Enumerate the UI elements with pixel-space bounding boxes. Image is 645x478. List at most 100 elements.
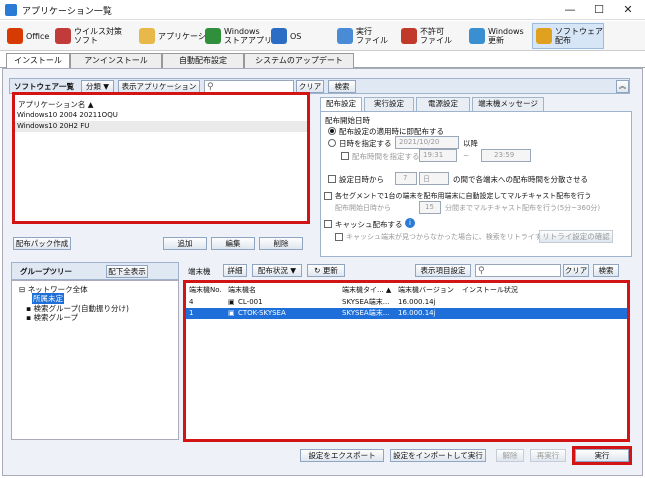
toolbar-application-button[interactable]: アプリケーション xyxy=(136,23,222,49)
highlight-box xyxy=(183,280,630,442)
toolbar-label: Windows 更新 xyxy=(488,27,524,45)
info-icon[interactable]: i xyxy=(405,218,415,228)
multicast-minutes-input[interactable]: 15 xyxy=(419,201,441,214)
after-label: 以降 xyxy=(463,139,478,148)
software-search-button[interactable]: 検索 xyxy=(328,80,356,93)
display-settings-button[interactable]: 表示項目設定 xyxy=(415,264,471,277)
windows-update-icon xyxy=(469,28,485,44)
tab-auto-distribution[interactable]: 自動配布設定 xyxy=(162,53,244,68)
create-pack-button[interactable]: 配布パック作成 xyxy=(13,237,71,250)
spread-suffix-label: の間で各端末への配布時間を分散させる xyxy=(453,175,588,184)
title-bar: アプリケーション一覧 — ☐ ✕ xyxy=(0,0,645,20)
time-from-input[interactable]: 19:31 xyxy=(419,149,457,162)
spread-days-value: 7 xyxy=(403,174,408,182)
collapse-icon[interactable]: ︽ xyxy=(616,80,629,93)
tree-search-group[interactable]: ▪ 検索グループ xyxy=(26,312,78,323)
maximize-button[interactable]: ☐ xyxy=(585,2,613,18)
spec-time-checkbox[interactable] xyxy=(341,152,349,160)
retry-settings-button[interactable]: リトライ設定の確認 xyxy=(539,230,613,243)
time-to-input[interactable]: 23:59 xyxy=(481,149,531,162)
cache-label: キャッシュ配布する xyxy=(335,220,403,229)
terminal-search-button[interactable]: 検索 xyxy=(593,264,619,277)
tab-power-settings[interactable]: 電源設定 xyxy=(416,97,470,111)
toolbar-label: ソフトウェア 配布 xyxy=(555,27,603,45)
status-dropdown[interactable]: 配布状況 ▼ xyxy=(252,264,302,277)
tab-install[interactable]: インストール xyxy=(6,53,70,69)
network-icon: ⊟ xyxy=(19,285,26,294)
toolbar-label: OS xyxy=(290,31,302,41)
spread-checkbox[interactable] xyxy=(328,175,336,183)
export-settings-button[interactable]: 設定をエクスポート xyxy=(300,449,384,462)
toolbar-label: Office xyxy=(26,31,50,41)
cache-retry-checkbox[interactable] xyxy=(335,233,343,241)
settings-body: 配布開始日時 配布設定の適用時に即配布する 日時を指定する 2021/10/20… xyxy=(320,111,632,257)
toolbar-office-button[interactable]: Office xyxy=(4,23,50,49)
close-button[interactable]: ✕ xyxy=(614,2,642,18)
start-datetime-group-label: 配布開始日時 xyxy=(325,116,370,125)
toolbar-label: 不許可 ファイル xyxy=(420,27,452,45)
spread-unit-select[interactable]: 日 xyxy=(419,172,449,185)
datetime-radio[interactable] xyxy=(328,139,336,147)
group-tree-title: グループツリー xyxy=(20,267,73,276)
immediate-radio[interactable] xyxy=(328,127,336,135)
window-title: アプリケーション一覧 xyxy=(22,7,112,17)
show-all-button[interactable]: 配下全表示 xyxy=(106,265,148,278)
toolbar-store-app-button[interactable]: Windows ストアアプリ xyxy=(202,23,272,49)
application-icon xyxy=(139,28,155,44)
refresh-label: 更新 xyxy=(322,266,338,275)
date-input[interactable]: 2021/10/20 xyxy=(395,136,459,149)
rerun-button[interactable]: 再実行 xyxy=(530,449,566,462)
multicast-suffix-label: 分間までマルチキャスト配布を行う(5分~360分) xyxy=(445,204,601,212)
software-list-title: ソフトウェア一覧 xyxy=(14,82,74,91)
search-icon: ⚲ xyxy=(207,82,214,92)
time-from-value: 19:31 xyxy=(423,151,444,159)
toolbar-windows-update-button[interactable]: Windows 更新 xyxy=(466,23,524,49)
os-icon xyxy=(271,28,287,44)
multicast-minutes-value: 15 xyxy=(425,203,434,211)
tab-terminal-message[interactable]: 端末機メッセージ xyxy=(472,97,544,111)
tilde-label: ~ xyxy=(463,151,470,160)
app-icon xyxy=(5,4,17,16)
tab-distribution-settings[interactable]: 配布設定 xyxy=(320,97,362,112)
cancel-button[interactable]: 解除 xyxy=(496,449,524,462)
store-app-icon xyxy=(205,28,221,44)
multicast-checkbox[interactable] xyxy=(324,192,332,200)
edit-button[interactable]: 編集 xyxy=(211,237,255,250)
terminal-clear-button[interactable]: クリア xyxy=(563,264,589,277)
delete-button[interactable]: 削除 xyxy=(259,237,303,250)
spread-unit-value: 日 xyxy=(423,175,430,183)
tab-system-update[interactable]: システムのアップデート xyxy=(244,53,354,68)
import-run-button[interactable]: 設定をインポートして実行 xyxy=(390,449,486,462)
spec-time-label: 配布時間を指定する xyxy=(352,152,420,161)
category-toolbar: Office ウイルス対策 ソフト アプリケーション Windows ストアアプリ OS… xyxy=(0,21,645,51)
executable-icon xyxy=(337,28,353,44)
group-tree: ⊟ ネットワーク全体 所属未定 ▪ 検索グループ(自動振り分け) ▪ 検索グルー… xyxy=(11,280,179,440)
highlight-box xyxy=(12,92,310,224)
search-group-icon: ▪ xyxy=(26,313,32,322)
toolbar-label: ウイルス対策 ソフト xyxy=(74,27,122,45)
tab-uninstall[interactable]: アンインストール xyxy=(70,53,162,68)
toolbar-os-button[interactable]: OS xyxy=(268,23,318,49)
multicast-label: 各セグメントで1台の端末を配布用端末に自動設定してマルチキャスト配布を行う xyxy=(335,192,592,200)
detail-button[interactable]: 詳細 xyxy=(223,264,247,277)
minimize-button[interactable]: — xyxy=(556,2,584,18)
prohibited-file-icon xyxy=(401,28,417,44)
tab-run-settings[interactable]: 実行設定 xyxy=(364,97,414,111)
settings-panel: 配布設定 実行設定 電源設定 端末機メッセージ 配布開始日時 配布設定の適用時に… xyxy=(320,97,632,257)
add-button[interactable]: 追加 xyxy=(163,237,207,250)
datetime-label: 日時を指定する xyxy=(339,139,392,148)
refresh-button[interactable]: ↻ 更新 xyxy=(307,264,345,277)
toolbar-software-distribution-button[interactable]: ソフトウェア 配布 xyxy=(532,23,604,49)
toolbar-prohibited-file-button[interactable]: 不許可 ファイル xyxy=(398,23,460,49)
spread-days-input[interactable]: 7 xyxy=(395,172,417,185)
search-icon: ⚲ xyxy=(478,266,485,276)
toolbar-label: 実行 ファイル xyxy=(356,27,388,45)
toolbar-antivirus-button[interactable]: ウイルス対策 ソフト xyxy=(52,23,132,49)
cache-checkbox[interactable] xyxy=(324,220,332,228)
spread-prefix-label: 設定日時から xyxy=(339,175,384,184)
main-frame: ソフトウェア一覧 分類 ▼ 表示アプリケーション ▼ ⚲ クリア 検索 ︽ アプ… xyxy=(2,68,643,476)
terminal-search-input[interactable]: ⚲ xyxy=(475,264,561,277)
date-value: 2021/10/20 xyxy=(399,138,440,146)
toolbar-executable-button[interactable]: 実行 ファイル xyxy=(334,23,390,49)
cache-retry-label: キャッシュ端末が見つからなかった場合に、検索をリトライする xyxy=(346,233,549,241)
